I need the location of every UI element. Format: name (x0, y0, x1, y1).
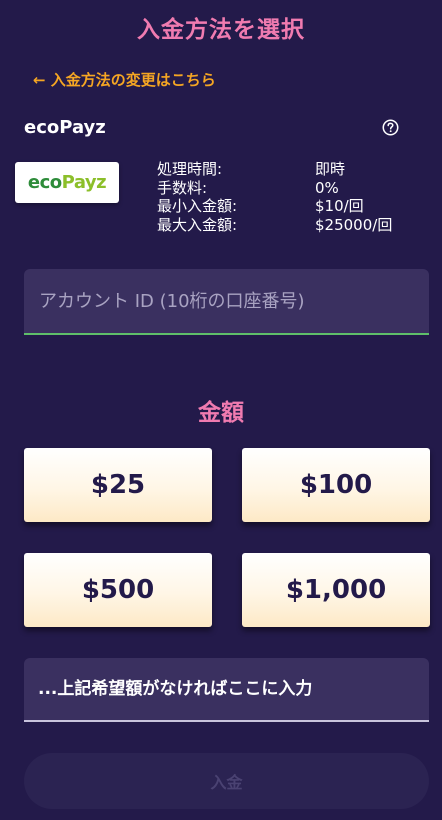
payment-method-name: ecoPayz (24, 117, 106, 138)
detail-label: 最大入金額: (157, 215, 238, 234)
detail-value: $25000/回 (315, 215, 393, 234)
change-method-link[interactable]: ← 入金方法の変更はこちら (33, 69, 216, 90)
logo-text-eco: eco (27, 172, 62, 193)
detail-row-fee: 手数料: 0% (157, 179, 392, 198)
amount-25-button[interactable]: $25 (24, 448, 212, 522)
detail-label: 手数料: (157, 178, 208, 197)
detail-value: $10/回 (315, 197, 364, 215)
question-circle-icon[interactable] (382, 119, 399, 136)
logo-text-payz: Payz (61, 172, 107, 193)
amount-1000-button[interactable]: $1,000 (242, 553, 430, 627)
amount-heading: 金額 (198, 400, 244, 426)
detail-row-max-deposit: 最大入金額: $25000/回 (157, 216, 392, 235)
page-title: 入金方法を選択 (137, 17, 305, 43)
amount-100-button[interactable]: $100 (242, 448, 430, 522)
ecopayz-logo: eco Payz (15, 162, 119, 203)
account-id-input[interactable] (24, 269, 429, 335)
detail-row-processing-time: 処理時間: 即時 (157, 160, 392, 179)
detail-label: 処理時間: (157, 160, 223, 178)
detail-row-min-deposit: 最小入金額: $10/回 (157, 197, 392, 216)
amount-500-button[interactable]: $500 (24, 553, 212, 627)
detail-value: 即時 (315, 160, 346, 178)
detail-value: 0% (315, 178, 339, 197)
detail-label: 最小入金額: (157, 197, 238, 215)
method-details: 処理時間: 即時 手数料: 0% 最小入金額: $10/回 最大入金額: $25… (157, 160, 392, 234)
custom-amount-input[interactable] (24, 658, 429, 722)
deposit-button[interactable]: 入金 (24, 753, 429, 809)
